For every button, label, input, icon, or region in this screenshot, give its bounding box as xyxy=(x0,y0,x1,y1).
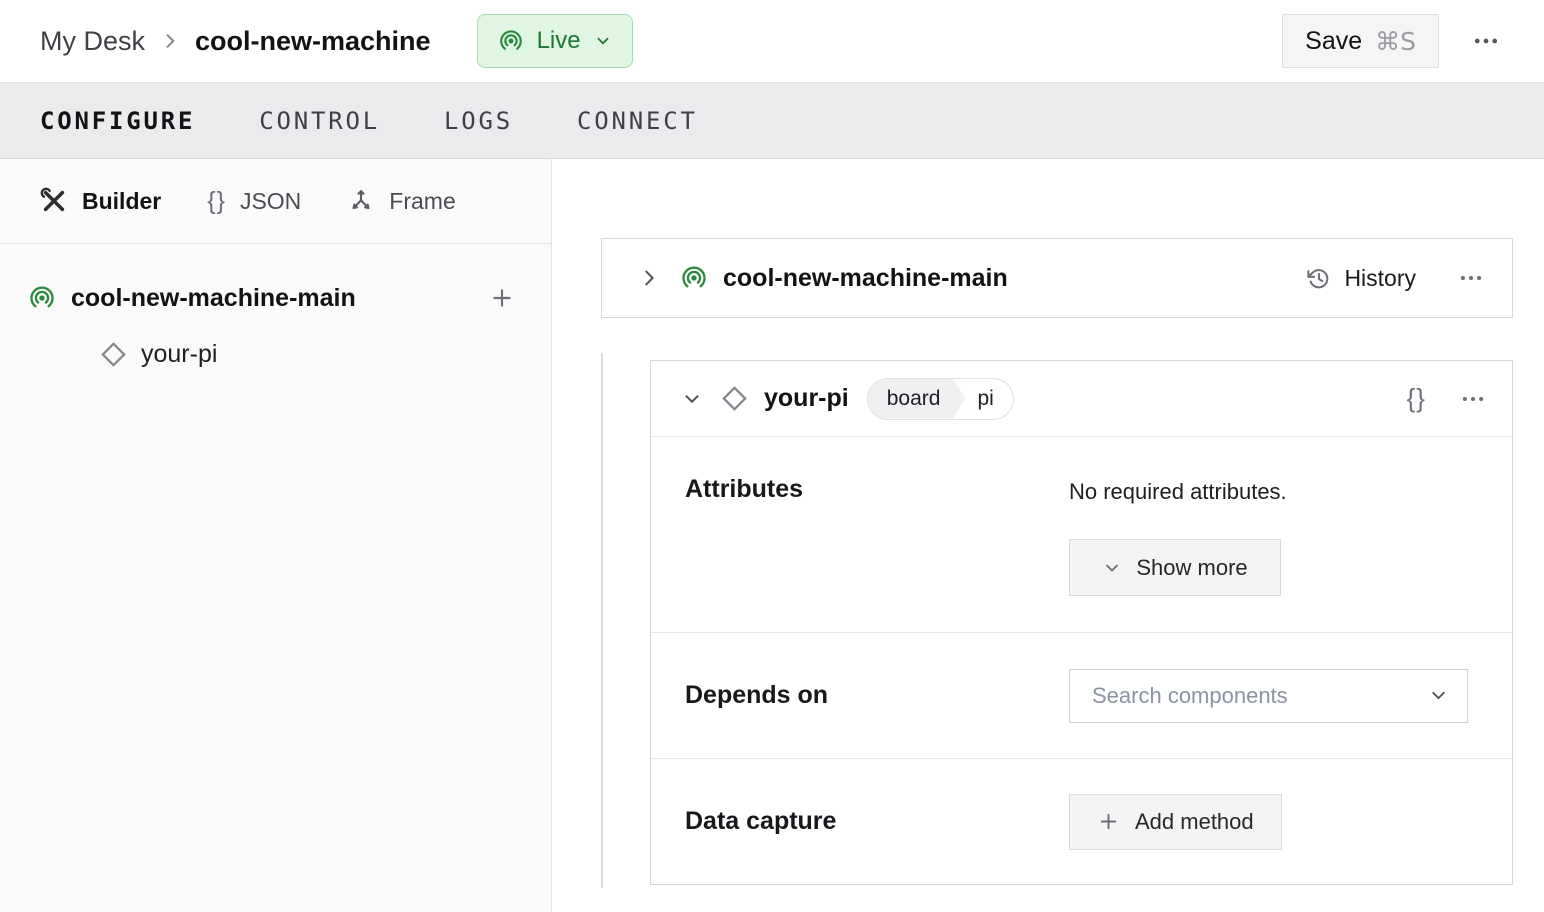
expand-part-button[interactable] xyxy=(638,267,660,289)
chevron-right-icon xyxy=(645,270,654,286)
top-header: My Desk cool-new-machine Live Save ⌘S xyxy=(0,0,1544,82)
add-method-button[interactable]: Add method xyxy=(1069,793,1282,850)
breadcrumb-my-desk[interactable]: My Desk xyxy=(40,26,145,57)
search-components-input[interactable] xyxy=(1090,681,1428,710)
app-window: My Desk cool-new-machine Live Save ⌘S CO… xyxy=(0,0,1544,912)
ellipsis-icon xyxy=(1474,38,1498,44)
view-tab-builder[interactable]: Builder xyxy=(40,187,161,215)
component-type-badge: board pi xyxy=(866,377,1014,420)
tab-configure[interactable]: CONFIGURE xyxy=(40,107,195,135)
machine-name: cool-new-machine xyxy=(195,25,431,56)
live-status-label: Live xyxy=(536,27,581,54)
braces-icon: {} xyxy=(1406,383,1426,413)
view-tab-frame[interactable]: Frame xyxy=(347,187,456,215)
tree-connector-line xyxy=(601,353,603,888)
depends-on-select[interactable] xyxy=(1069,668,1468,723)
save-button[interactable]: Save ⌘S xyxy=(1282,14,1439,68)
view-frame-label: Frame xyxy=(389,187,456,214)
broadcast-icon xyxy=(682,266,706,288)
header-menu-button[interactable] xyxy=(1472,27,1500,55)
component-type: board xyxy=(868,379,966,419)
data-capture-label: Data capture xyxy=(685,807,837,835)
add-component-button[interactable] xyxy=(489,285,515,311)
show-more-label: Show more xyxy=(1136,554,1248,580)
tab-logs[interactable]: LOGS xyxy=(444,107,513,135)
machine-tabs: CONFIGURE CONTROL LOGS CONNECT xyxy=(0,82,1544,159)
tab-control[interactable]: CONTROL xyxy=(259,107,380,135)
config-sidebar: Builder {} JSON Frame cool-new-machine-m… xyxy=(0,159,552,912)
data-capture-value: Add method xyxy=(1069,793,1482,850)
depends-on-label: Depends on xyxy=(685,681,829,709)
tree-item-main-part[interactable]: cool-new-machine-main xyxy=(0,270,551,326)
attributes-label: Attributes xyxy=(685,475,804,503)
depends-on-value xyxy=(1069,668,1482,723)
history-label: History xyxy=(1344,264,1416,291)
ellipsis-icon xyxy=(1462,396,1484,401)
plus-icon xyxy=(1100,813,1117,830)
live-status-button[interactable]: Live xyxy=(476,14,633,68)
part-menu-button[interactable] xyxy=(1458,265,1484,291)
save-shortcut: ⌘S xyxy=(1375,26,1416,56)
history-button[interactable]: History xyxy=(1305,265,1416,292)
config-main: cool-new-machine-main History your-pi bo… xyxy=(552,159,1544,912)
attributes-value: No required attributes. Show more xyxy=(1069,475,1482,596)
chevron-down-icon xyxy=(685,394,699,403)
collapse-component-button[interactable] xyxy=(681,388,703,410)
attributes-empty-message: No required attributes. xyxy=(1069,479,1287,504)
part-card: cool-new-machine-main History xyxy=(601,238,1513,318)
view-builder-label: Builder xyxy=(82,187,162,214)
broadcast-icon xyxy=(30,286,54,308)
component-menu-button[interactable] xyxy=(1460,386,1486,412)
braces-icon: {} xyxy=(207,186,226,215)
header-actions: Save ⌘S xyxy=(1282,14,1500,68)
frame-axes-icon xyxy=(352,190,370,210)
view-json-label: JSON xyxy=(239,187,302,214)
tree-child-label: your-pi xyxy=(141,339,218,368)
view-switcher: Builder {} JSON Frame xyxy=(0,159,551,244)
attributes-section: Attributes No required attributes. Show … xyxy=(651,437,1512,632)
json-toggle-button[interactable]: {} xyxy=(1407,383,1426,414)
data-capture-section: Data capture Add method xyxy=(651,758,1512,884)
diamond-icon xyxy=(101,341,126,367)
part-title: cool-new-machine-main xyxy=(723,263,1008,292)
ellipsis-icon xyxy=(1460,275,1482,281)
configure-content: Builder {} JSON Frame cool-new-machine-m… xyxy=(0,159,1544,912)
component-tree: cool-new-machine-main your-pi xyxy=(0,244,551,382)
broadcast-icon xyxy=(499,30,522,50)
component-card: your-pi board pi {} Attributes No requir… xyxy=(650,360,1513,885)
tools-icon xyxy=(40,187,65,212)
view-tab-json[interactable]: {} JSON xyxy=(207,187,301,216)
plus-icon xyxy=(493,289,511,307)
chevron-down-icon xyxy=(597,37,608,45)
breadcrumb: My Desk cool-new-machine xyxy=(40,26,431,57)
chevron-down-icon xyxy=(1106,564,1119,571)
component-model: pi xyxy=(977,386,994,410)
save-label: Save xyxy=(1305,26,1363,55)
tab-connect[interactable]: CONNECT xyxy=(577,107,698,135)
chevron-down-icon xyxy=(1432,691,1445,700)
component-title: your-pi xyxy=(764,384,849,412)
tree-item-your-pi[interactable]: your-pi xyxy=(0,326,551,382)
history-icon xyxy=(1307,268,1329,288)
tree-root-label: cool-new-machine-main xyxy=(71,283,356,312)
add-method-label: Add method xyxy=(1135,808,1254,834)
show-more-button[interactable]: Show more xyxy=(1069,539,1281,596)
diamond-icon xyxy=(722,386,747,411)
component-card-header: your-pi board pi {} xyxy=(651,361,1512,437)
depends-on-section: Depends on xyxy=(651,632,1512,758)
chevron-right-icon xyxy=(166,34,175,48)
